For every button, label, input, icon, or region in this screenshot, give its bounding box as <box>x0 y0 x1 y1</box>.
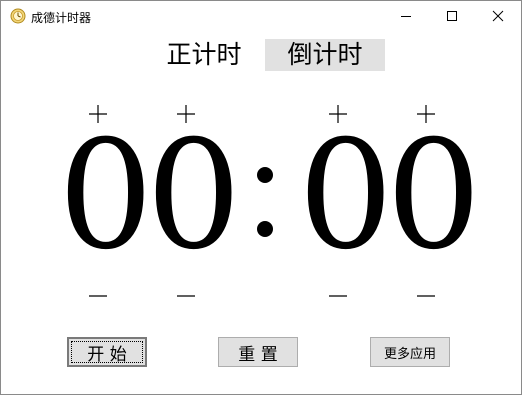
minutes-ones-digit: 0 <box>146 109 241 283</box>
minus-icon <box>417 295 435 297</box>
minus-icon <box>329 295 347 297</box>
minimize-button[interactable] <box>383 1 429 31</box>
seconds-tens-decrement-button[interactable] <box>323 275 353 305</box>
minutes-ones-decrement-button[interactable] <box>171 275 201 305</box>
minimize-icon <box>401 16 411 17</box>
seconds-ones-digit: 0 <box>386 109 481 283</box>
minus-icon <box>89 295 107 297</box>
app-window: 成德计时器 正计时 倒计时 0 0 0 0 开 始 重 置 更多应用 <box>0 0 522 395</box>
minus-icon <box>177 295 195 297</box>
seconds-tens-digit: 0 <box>298 109 393 283</box>
window-title: 成德计时器 <box>31 11 92 25</box>
minutes-tens-decrement-button[interactable] <box>83 275 113 305</box>
clock-icon <box>10 8 26 24</box>
tab-count-up[interactable]: 正计时 <box>158 39 250 71</box>
title-bar[interactable]: 成德计时器 <box>1 1 521 31</box>
mode-selector: 正计时 倒计时 <box>1 37 521 73</box>
close-button[interactable] <box>475 1 521 31</box>
tab-count-down[interactable]: 倒计时 <box>265 39 385 71</box>
reset-button[interactable]: 重 置 <box>218 337 298 367</box>
maximize-icon <box>447 11 457 21</box>
separator-dot-bottom <box>257 221 273 237</box>
minutes-tens-digit: 0 <box>58 109 153 283</box>
separator-dot-top <box>257 167 273 183</box>
maximize-button[interactable] <box>429 1 475 31</box>
start-button[interactable]: 开 始 <box>67 337 147 367</box>
close-icon <box>492 10 504 22</box>
seconds-ones-decrement-button[interactable] <box>411 275 441 305</box>
more-apps-button[interactable]: 更多应用 <box>370 337 450 367</box>
